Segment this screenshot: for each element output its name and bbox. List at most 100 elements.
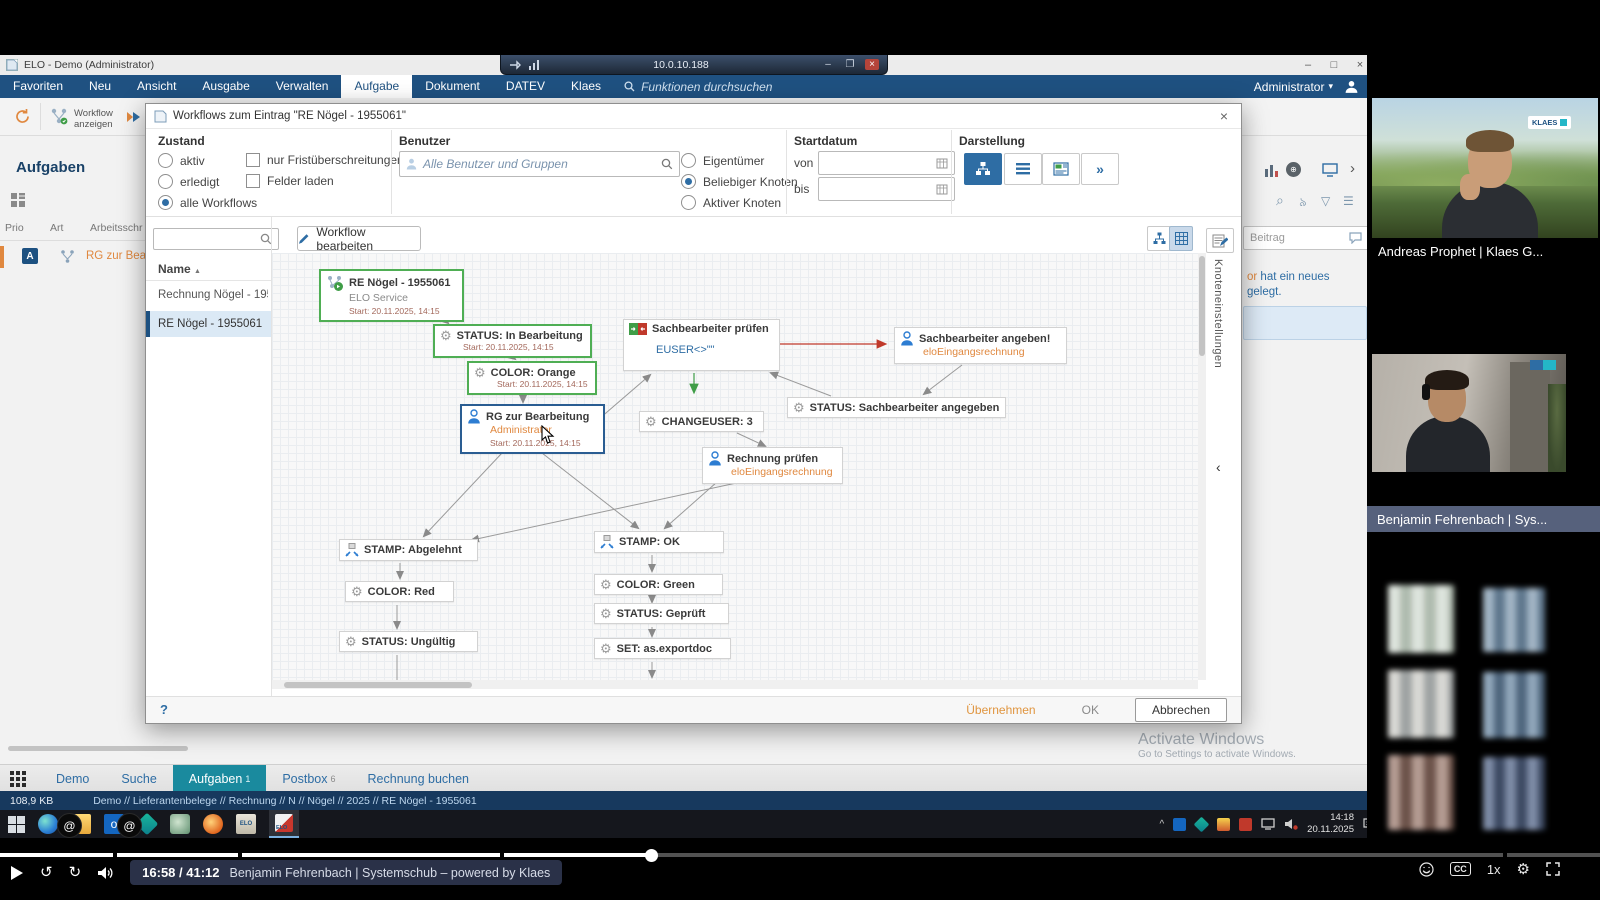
menu-klaes[interactable]: Klaes — [558, 75, 614, 98]
apps-grid-icon[interactable] — [10, 771, 26, 787]
workflow-show-icon[interactable] — [50, 107, 69, 126]
panel-collapse-icon[interactable]: ‹ — [1216, 459, 1221, 475]
view-more-button[interactable]: » — [1081, 153, 1119, 185]
remote-restore-button[interactable]: ❐ — [843, 59, 857, 70]
filter-icon[interactable]: ▽ — [1321, 194, 1330, 208]
workflow-bearbeiten-button[interactable]: Workflow bearbeiten — [297, 226, 421, 251]
blurred-participant-video[interactable] — [1388, 755, 1454, 830]
play-button[interactable] — [10, 865, 24, 881]
radio-icon[interactable] — [681, 174, 696, 189]
video-progressbar[interactable] — [0, 853, 1600, 857]
elo-active-app[interactable]: ELO — [269, 810, 299, 838]
menu-neu[interactable]: Neu — [76, 75, 124, 98]
menu-favoriten[interactable]: Favoriten — [0, 75, 76, 98]
radio-aktiver-knoten[interactable]: Aktiver Knoten — [681, 195, 781, 210]
calendar-icon[interactable] — [936, 184, 948, 195]
abbrechen-button[interactable]: Abbrechen — [1135, 698, 1227, 722]
beitrag-input[interactable]: Beitrag — [1243, 226, 1369, 250]
elo-home-icon[interactable]: ELO — [236, 814, 256, 834]
workflow-canvas[interactable]: RE Nögel - 1955061 ELO Service Start: 20… — [272, 253, 1198, 680]
workflow-node-status-geprueft[interactable]: ⚙ STATUS: Geprüft — [594, 603, 729, 624]
menu-ausgabe[interactable]: Ausgabe — [189, 75, 262, 98]
browser-icon[interactable] — [203, 814, 223, 834]
workflow-node-sachbearbeiter-angeben[interactable]: Sachbearbeiter angeben! eloEingangsrechn… — [894, 327, 1067, 364]
remote-session-toolbar[interactable]: 10.0.10.188 – ❐ × — [500, 55, 888, 75]
view-options-icon[interactable] — [11, 193, 25, 207]
tray-outlook-icon[interactable] — [1173, 818, 1186, 831]
chart-icon[interactable] — [1264, 163, 1279, 177]
breadcrumb[interactable]: Demo // Lieferantenbelege // Rechnung //… — [93, 795, 477, 807]
workflow-node-color-orange[interactable]: ⚙ COLOR: Orange Start: 20.11.2025, 14:15 — [467, 361, 597, 395]
remote-minimize-button[interactable]: – — [821, 59, 835, 70]
startdatum-bis-input[interactable] — [818, 177, 955, 201]
col-prio[interactable]: Prio — [5, 222, 24, 234]
function-search-input[interactable]: Funktionen durchsuchen — [624, 80, 772, 94]
canvas-vscroll[interactable] — [1198, 253, 1206, 680]
workflow-list-item[interactable]: Rechnung Nögel - 195506 — [158, 289, 268, 301]
startdatum-von-input[interactable] — [818, 151, 955, 175]
menu-datev[interactable]: DATEV — [493, 75, 558, 98]
uebernehmen-button[interactable]: Übernehmen — [956, 699, 1045, 721]
refresh-icon[interactable] — [14, 108, 31, 125]
playback-speed[interactable]: 1x — [1487, 862, 1501, 877]
feed-icon[interactable]: ৯ — [1299, 194, 1307, 214]
tab-aufgaben[interactable]: Aufgaben1 — [173, 765, 267, 792]
blurred-participant-video[interactable] — [1388, 585, 1454, 653]
workflow-show-label[interactable]: Workflowanzeigen — [74, 109, 113, 131]
feed-search-icon[interactable]: ⌕ — [1276, 192, 1284, 209]
workflow-node-status-in-bearbeitung[interactable]: ⚙ STATUS: In Bearbeitung Start: 20.11.20… — [433, 324, 592, 358]
list-view-icon[interactable]: ☰ — [1343, 194, 1354, 208]
captions-toggle[interactable]: CC — [1450, 862, 1471, 876]
blurred-participant-video[interactable] — [1483, 588, 1545, 652]
blurred-participant-video[interactable] — [1388, 670, 1454, 738]
dialog-close-button[interactable]: × — [1215, 108, 1233, 124]
participant2-video[interactable] — [1372, 354, 1566, 472]
calendar-icon[interactable] — [936, 158, 948, 169]
checkbox-fristueberschreitungen[interactable]: nur Fristüberschreitungen — [246, 153, 404, 167]
radio-alle-workflows[interactable]: alle Workflows — [158, 195, 257, 210]
col-arbeitsschritt[interactable]: Arbeitsschr — [90, 222, 143, 234]
workflow-node-color-red[interactable]: ⚙ COLOR: Red — [345, 581, 454, 602]
canvas-hscroll-thumb[interactable] — [284, 682, 472, 688]
view-diagram-button[interactable] — [964, 153, 1002, 185]
tab-postbox[interactable]: Postbox6 — [266, 765, 351, 792]
start-button[interactable] — [8, 816, 25, 833]
radio-beliebiger-knoten[interactable]: Beliebiger Knoten — [681, 174, 798, 189]
workflow-list-item-selected[interactable]: RE Nögel - 1955061 — [146, 311, 271, 337]
tab-suche[interactable]: Suche — [105, 765, 172, 792]
menu-ansicht[interactable]: Ansicht — [124, 75, 189, 98]
workflow-node-status-ungueltig[interactable]: ⚙ STATUS: Ungültig — [339, 631, 478, 652]
workflow-node-changeuser[interactable]: ⚙ CHANGEUSER: 3 — [639, 411, 764, 432]
radio-eigentuemer[interactable]: Eigentümer — [681, 153, 764, 168]
task-row-label[interactable]: RG zur Bear — [86, 250, 150, 262]
taskbar-clock[interactable]: 14:18 20.11.2025 — [1307, 812, 1354, 836]
menu-dokument[interactable]: Dokument — [412, 75, 493, 98]
checkbox-felder-laden[interactable]: Felder laden — [246, 174, 334, 188]
window-maximize-button[interactable]: □ — [1321, 59, 1347, 71]
radio-icon[interactable] — [158, 174, 173, 189]
tray-app-icon[interactable] — [1217, 818, 1230, 831]
video-playhead[interactable] — [645, 849, 658, 862]
tab-rechnung-buchen[interactable]: Rechnung buchen — [352, 765, 485, 792]
volume-button[interactable] — [97, 866, 114, 880]
app-icon[interactable] — [170, 814, 190, 834]
user-avatar-icon[interactable] — [1344, 79, 1359, 94]
blurred-participant-video[interactable] — [1483, 757, 1545, 830]
blurred-participant-video[interactable] — [1483, 672, 1545, 738]
reaction-icon[interactable] — [1419, 862, 1434, 877]
participant1-video[interactable]: KLAES — [1372, 98, 1598, 238]
monitor-icon[interactable] — [1322, 163, 1338, 177]
radio-icon[interactable] — [681, 195, 696, 210]
workflow-list-search[interactable] — [153, 228, 279, 250]
tray-volume-icon[interactable] — [1284, 818, 1298, 830]
radio-icon[interactable] — [158, 153, 173, 168]
radio-icon[interactable] — [158, 195, 173, 210]
tray-defender-icon[interactable] — [1194, 816, 1210, 832]
forward-10-button[interactable]: ↻ — [69, 863, 82, 883]
list-name-header[interactable]: Name ▲ — [158, 262, 201, 276]
remote-close-button[interactable]: × — [865, 59, 879, 70]
fullscreen-button[interactable] — [1546, 862, 1560, 876]
workflow-node-rg-zur-bearbeitung[interactable]: RG zur Bearbeitung Administrator Start: … — [460, 404, 605, 454]
knoteneinstellungen-toggle[interactable] — [1206, 228, 1234, 253]
settings-gear-icon[interactable]: ⚙ — [1517, 860, 1530, 878]
